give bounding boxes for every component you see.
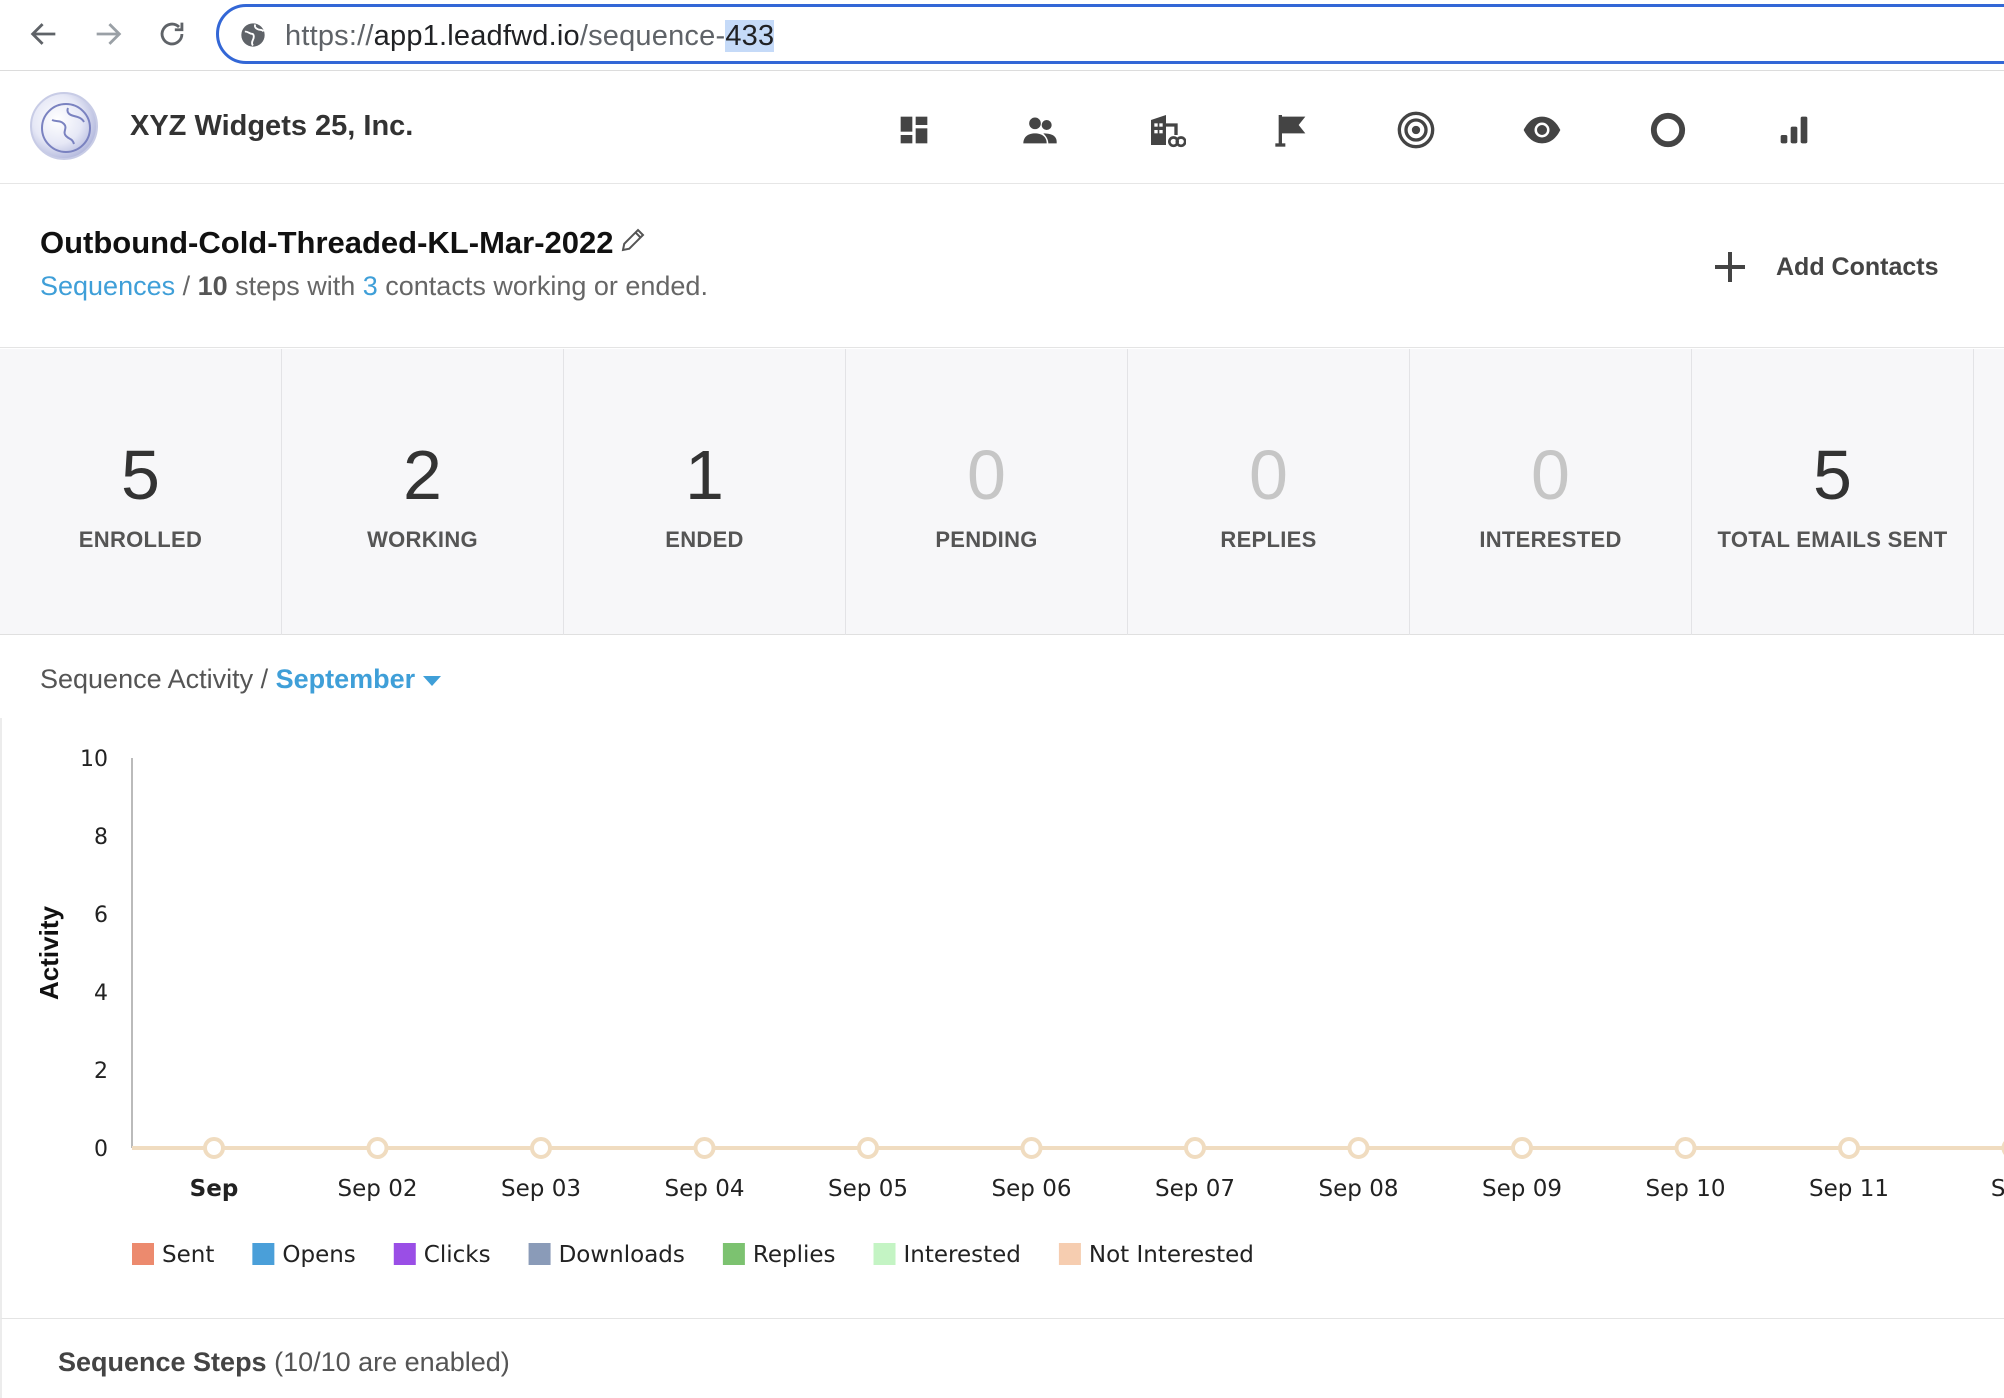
nav-campaigns[interactable] — [1270, 108, 1314, 152]
company-logo[interactable] — [30, 92, 98, 160]
add-contacts-label: Add Contacts — [1776, 252, 1939, 281]
legend-swatch — [132, 1243, 154, 1265]
stats-row: 5 ENROLLED 2 WORKING 1 ENDED 0 PENDING 0 REPL… — [0, 349, 2004, 635]
data-point — [1184, 1137, 1206, 1159]
sequence-steps-heading: Sequence Steps (10/10 are enabled) — [58, 1347, 510, 1377]
legend-swatch — [1058, 1243, 1081, 1265]
legend-label: Replies — [753, 1242, 836, 1268]
data-point — [693, 1137, 716, 1159]
y-axis-label: Activity — [34, 906, 64, 1000]
stat-interested[interactable]: 0 INTERESTED — [1410, 349, 1692, 635]
breadcrumb: Sequences / 10 steps with 3 contacts wor… — [40, 271, 708, 301]
data-point — [1838, 1137, 1860, 1159]
sequence-steps-section: Sequence Steps (10/10 are enabled) — [0, 1318, 2004, 1398]
x-tick-label: Sep 09 — [1482, 1176, 1562, 1202]
globe-icon — [241, 23, 265, 47]
visitors-eye-icon — [1523, 116, 1561, 144]
pencil-icon[interactable] — [618, 225, 648, 255]
activity-chart-svg: 0 2 4 6 8 10 Activity Sep Sep 02 Sep 03 Sep 04 Sep … — [34, 747, 2004, 1268]
x-tick-label: Sep 03 — [501, 1176, 581, 1202]
target-icon — [1397, 111, 1435, 149]
legend-label: Downloads — [559, 1242, 685, 1268]
month-dropdown[interactable]: September — [276, 664, 442, 694]
y-tick-label: 8 — [94, 825, 108, 850]
add-contacts-button[interactable]: Add Contacts — [1710, 245, 1939, 289]
stat-pending[interactable]: 0 PENDING — [846, 349, 1128, 635]
stat-enrolled[interactable]: 5 ENROLLED — [0, 349, 282, 635]
x-tick-label: Sep — [1991, 1176, 2004, 1202]
x-tick-label: Sep 11 — [1809, 1176, 1889, 1202]
arrow-right-icon — [96, 23, 122, 45]
reload-icon — [160, 22, 184, 46]
app-header: XYZ Widgets 25, Inc. — [0, 72, 2004, 184]
x-tick-label: Sep 07 — [1155, 1176, 1235, 1202]
legend-swatch — [722, 1243, 745, 1265]
stat-working[interactable]: 2 WORKING — [282, 349, 564, 635]
data-point — [1020, 1137, 1043, 1159]
arrow-left-icon — [30, 23, 56, 45]
contacts-count[interactable]: 3 — [363, 271, 378, 301]
nav-circle[interactable] — [1646, 108, 1690, 152]
nav-contacts[interactable] — [1018, 108, 1062, 152]
stat-replies[interactable]: 0 REPLIES — [1128, 349, 1410, 635]
x-tick-label: Sep 04 — [665, 1176, 745, 1202]
breadcrumb-sequences-link[interactable]: Sequences — [40, 271, 175, 301]
data-point — [203, 1137, 225, 1159]
legend-swatch — [528, 1243, 551, 1265]
y-tick-label: 10 — [80, 747, 108, 772]
stat-ended[interactable]: 1 ENDED — [564, 349, 846, 635]
data-point — [857, 1137, 879, 1159]
reports-bars-icon — [1780, 116, 1808, 144]
x-tick-label: Sep 05 — [828, 1176, 908, 1202]
x-tick-label: Sep 10 — [1646, 1176, 1726, 1202]
address-bar[interactable]: https://app1.leadfwd.io/sequence-433 — [216, 4, 2004, 64]
data-point — [1674, 1137, 1697, 1159]
legend-swatch — [252, 1243, 275, 1265]
browser-toolbar: https://app1.leadfwd.io/sequence-433 — [0, 0, 2004, 71]
nav-companies[interactable] — [1144, 108, 1188, 152]
data-point — [1347, 1137, 1370, 1159]
contacts-icon — [1023, 117, 1057, 144]
nav-reports[interactable] — [1772, 108, 1816, 152]
y-tick-label: 6 — [94, 903, 108, 928]
sequence-title: Outbound-Cold-Threaded-KL-Mar-2022 — [40, 225, 614, 260]
legend-label: Not Interested — [1089, 1242, 1254, 1268]
plus-icon — [1715, 252, 1745, 282]
nav-target[interactable] — [1394, 108, 1438, 152]
reload-button[interactable] — [152, 14, 192, 54]
x-tick-label: Sep 02 — [338, 1176, 418, 1202]
data-point — [366, 1137, 389, 1159]
legend-swatch — [873, 1243, 896, 1265]
circle-icon — [1650, 112, 1686, 148]
dashboard-icon — [900, 116, 928, 144]
legend-label: Clicks — [424, 1242, 491, 1268]
stat-total-emails-sent[interactable]: 5 TOTAL EMAILS SENT — [1692, 349, 1974, 635]
companies-icon — [1151, 115, 1186, 148]
campaigns-flag-icon — [1275, 115, 1306, 147]
sequence-header: Outbound-Cold-Threaded-KL-Mar-2022 Seque… — [0, 185, 2004, 348]
data-point — [1511, 1137, 1533, 1159]
activity-heading: Sequence Activity / September — [40, 664, 442, 695]
url-text: https://app1.leadfwd.io/sequence-433 — [285, 20, 775, 52]
company-name: XYZ Widgets 25, Inc. — [130, 110, 414, 142]
data-point — [530, 1137, 552, 1159]
activity-chart: 0 2 4 6 8 10 Activity Sep Sep 02 Sep 03 Sep 04 Sep … — [0, 718, 2004, 1318]
legend-swatch — [393, 1243, 416, 1265]
caret-down-icon — [423, 675, 442, 686]
x-tick-label: Sep 06 — [992, 1176, 1072, 1202]
legend-label: Opens — [282, 1242, 355, 1268]
forward-button[interactable] — [88, 14, 128, 54]
back-button[interactable] — [24, 14, 64, 54]
x-tick-label: Sep 08 — [1319, 1176, 1399, 1202]
legend-label: Sent — [162, 1242, 214, 1268]
y-tick-label: 4 — [94, 981, 108, 1006]
legend-label: Interested — [904, 1242, 1021, 1268]
y-tick-label: 2 — [94, 1059, 108, 1084]
y-tick-label: 0 — [94, 1137, 108, 1162]
nav-dashboard[interactable] — [892, 108, 936, 152]
x-tick-label: Sep — [190, 1176, 239, 1202]
nav-visitors[interactable] — [1520, 108, 1564, 152]
steps-count: 10 — [197, 271, 228, 301]
